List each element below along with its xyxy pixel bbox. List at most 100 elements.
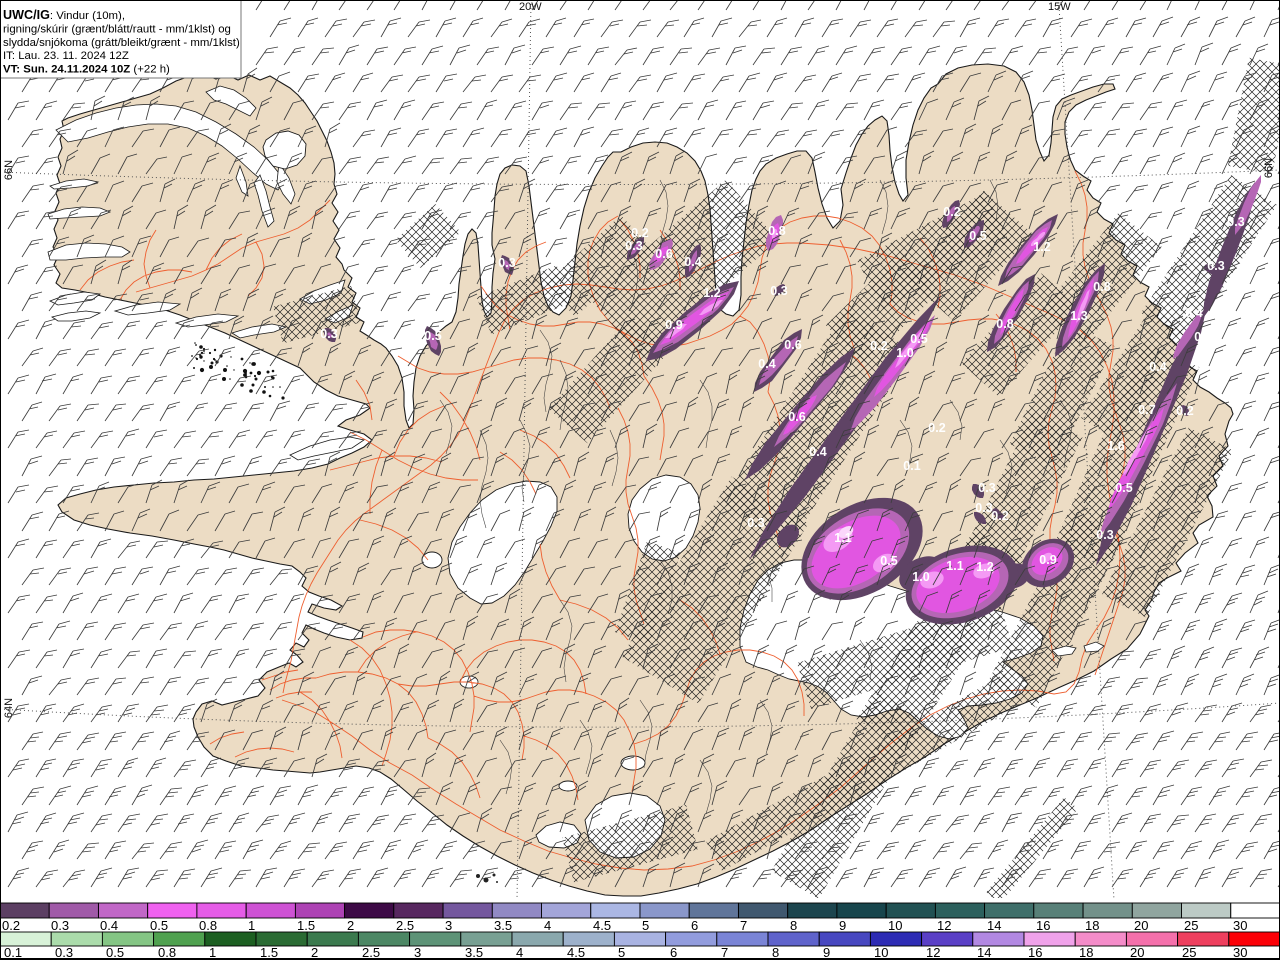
svg-text:0.7: 0.7 (1138, 403, 1155, 417)
svg-text:2.5: 2.5 (362, 945, 380, 960)
svg-text:15W: 15W (1048, 1, 1071, 13)
svg-text:10: 10 (888, 918, 902, 933)
svg-text:16: 16 (1028, 945, 1042, 960)
svg-text:1: 1 (248, 918, 255, 933)
svg-text:30: 30 (1233, 945, 1247, 960)
svg-text:slydda/snjókoma (grátt/bleikt/: slydda/snjókoma (grátt/bleikt/grænt - mm… (3, 37, 240, 49)
svg-text:1.2: 1.2 (976, 560, 993, 574)
svg-text:3: 3 (445, 918, 452, 933)
svg-text:0.5: 0.5 (969, 229, 986, 243)
svg-text:18: 18 (1085, 918, 1099, 933)
svg-text:0.3: 0.3 (1227, 215, 1244, 229)
svg-text:1.0: 1.0 (896, 346, 913, 360)
svg-text:3.5: 3.5 (465, 945, 483, 960)
svg-text:4: 4 (516, 945, 523, 960)
svg-text:5: 5 (642, 918, 649, 933)
svg-text:12: 12 (937, 918, 951, 933)
svg-text:20: 20 (1134, 918, 1148, 933)
svg-text:0.3: 0.3 (978, 481, 995, 495)
svg-text:IT: Lau. 23. 11. 2024 12Z: IT: Lau. 23. 11. 2024 12Z (3, 50, 129, 62)
svg-text:0.4: 0.4 (1185, 306, 1202, 320)
svg-text:30: 30 (1233, 918, 1247, 933)
svg-text:0.1: 0.1 (903, 459, 920, 473)
svg-text:0.5: 0.5 (910, 332, 927, 346)
svg-text:10: 10 (874, 945, 888, 960)
svg-text:14: 14 (977, 945, 991, 960)
svg-text:0.3: 0.3 (498, 256, 515, 270)
svg-text:20: 20 (1130, 945, 1144, 960)
svg-text:0.3: 0.3 (1207, 259, 1224, 273)
svg-text:0.6: 0.6 (788, 410, 805, 424)
svg-text:14: 14 (987, 918, 1001, 933)
svg-text:0.3: 0.3 (770, 284, 787, 298)
svg-text:0.2: 0.2 (1176, 404, 1193, 418)
svg-text:0.5: 0.5 (1115, 481, 1132, 495)
svg-text:0.3: 0.3 (51, 918, 69, 933)
svg-text:18: 18 (1079, 945, 1093, 960)
svg-text:0.3: 0.3 (320, 327, 337, 341)
svg-text:9: 9 (823, 945, 830, 960)
svg-text:0.3: 0.3 (747, 516, 764, 530)
svg-text:2: 2 (347, 918, 354, 933)
svg-text:1.6: 1.6 (1107, 439, 1124, 453)
svg-text:1.1: 1.1 (834, 531, 851, 545)
svg-text:0.3: 0.3 (625, 239, 642, 253)
svg-text:2.5: 2.5 (396, 918, 414, 933)
svg-text:0.8: 0.8 (1093, 280, 1110, 294)
svg-text:25: 25 (1184, 918, 1198, 933)
svg-text:0.6: 0.6 (784, 338, 801, 352)
svg-text:4.5: 4.5 (567, 945, 585, 960)
svg-text:1.2: 1.2 (703, 286, 720, 300)
svg-text:5: 5 (618, 945, 625, 960)
svg-text:0.4: 0.4 (684, 255, 701, 269)
svg-text:0.3: 0.3 (975, 501, 992, 515)
svg-text:0.2: 0.2 (631, 226, 648, 240)
svg-text:1.2: 1.2 (1033, 240, 1050, 254)
svg-text:0.8: 0.8 (996, 317, 1013, 331)
svg-text:16: 16 (1036, 918, 1050, 933)
svg-text:0.3: 0.3 (1096, 528, 1113, 542)
svg-text:1.1: 1.1 (946, 559, 963, 573)
svg-text:0.2: 0.2 (2, 918, 20, 933)
svg-text:0.1: 0.1 (4, 945, 22, 960)
svg-text:1.3: 1.3 (1070, 309, 1087, 323)
svg-text:0.4: 0.4 (1194, 330, 1211, 344)
svg-text:3: 3 (414, 945, 421, 960)
svg-text:8: 8 (772, 945, 779, 960)
svg-text:1.0: 1.0 (912, 570, 929, 584)
svg-text:3.5: 3.5 (494, 918, 512, 933)
svg-text:0.5: 0.5 (106, 945, 124, 960)
svg-text:1.5: 1.5 (297, 918, 315, 933)
svg-text:0.6: 0.6 (655, 247, 672, 261)
svg-text:UWC/IG: Vindur (10m),: UWC/IG: Vindur (10m), (3, 8, 125, 22)
svg-text:4.5: 4.5 (593, 918, 611, 933)
svg-text:12: 12 (926, 945, 940, 960)
svg-text:rigning/skúrir (grænt/blátt/ra: rigning/skúrir (grænt/blátt/rautt - mm/1… (3, 24, 231, 36)
svg-text:0.2: 0.2 (943, 205, 960, 219)
svg-text:4: 4 (544, 918, 551, 933)
svg-text:0.3: 0.3 (55, 945, 73, 960)
svg-text:0.2: 0.2 (928, 421, 945, 435)
svg-text:0.4: 0.4 (100, 918, 118, 933)
svg-text:25: 25 (1182, 945, 1196, 960)
svg-text:VT: Sun. 24.11.2024 10Z (+22 h: VT: Sun. 24.11.2024 10Z (+22 h) (3, 64, 170, 76)
svg-text:1: 1 (209, 945, 216, 960)
svg-text:6: 6 (670, 945, 677, 960)
svg-text:0.8: 0.8 (199, 918, 217, 933)
svg-text:9: 9 (839, 918, 846, 933)
svg-text:1.5: 1.5 (260, 945, 278, 960)
svg-text:0.8: 0.8 (158, 945, 176, 960)
svg-text:8: 8 (790, 918, 797, 933)
svg-text:66N: 66N (3, 160, 15, 180)
svg-text:6: 6 (691, 918, 698, 933)
svg-text:0.5: 0.5 (424, 329, 441, 343)
svg-text:2: 2 (311, 945, 318, 960)
svg-text:0.9: 0.9 (1039, 553, 1056, 567)
svg-text:0.2: 0.2 (870, 339, 887, 353)
svg-text:0.9: 0.9 (665, 318, 682, 332)
svg-text:0.2: 0.2 (991, 509, 1008, 523)
svg-text:0.4: 0.4 (809, 445, 826, 459)
svg-text:20W: 20W (519, 1, 542, 13)
svg-text:0.5: 0.5 (880, 554, 897, 568)
svg-text:0.4: 0.4 (758, 357, 775, 371)
